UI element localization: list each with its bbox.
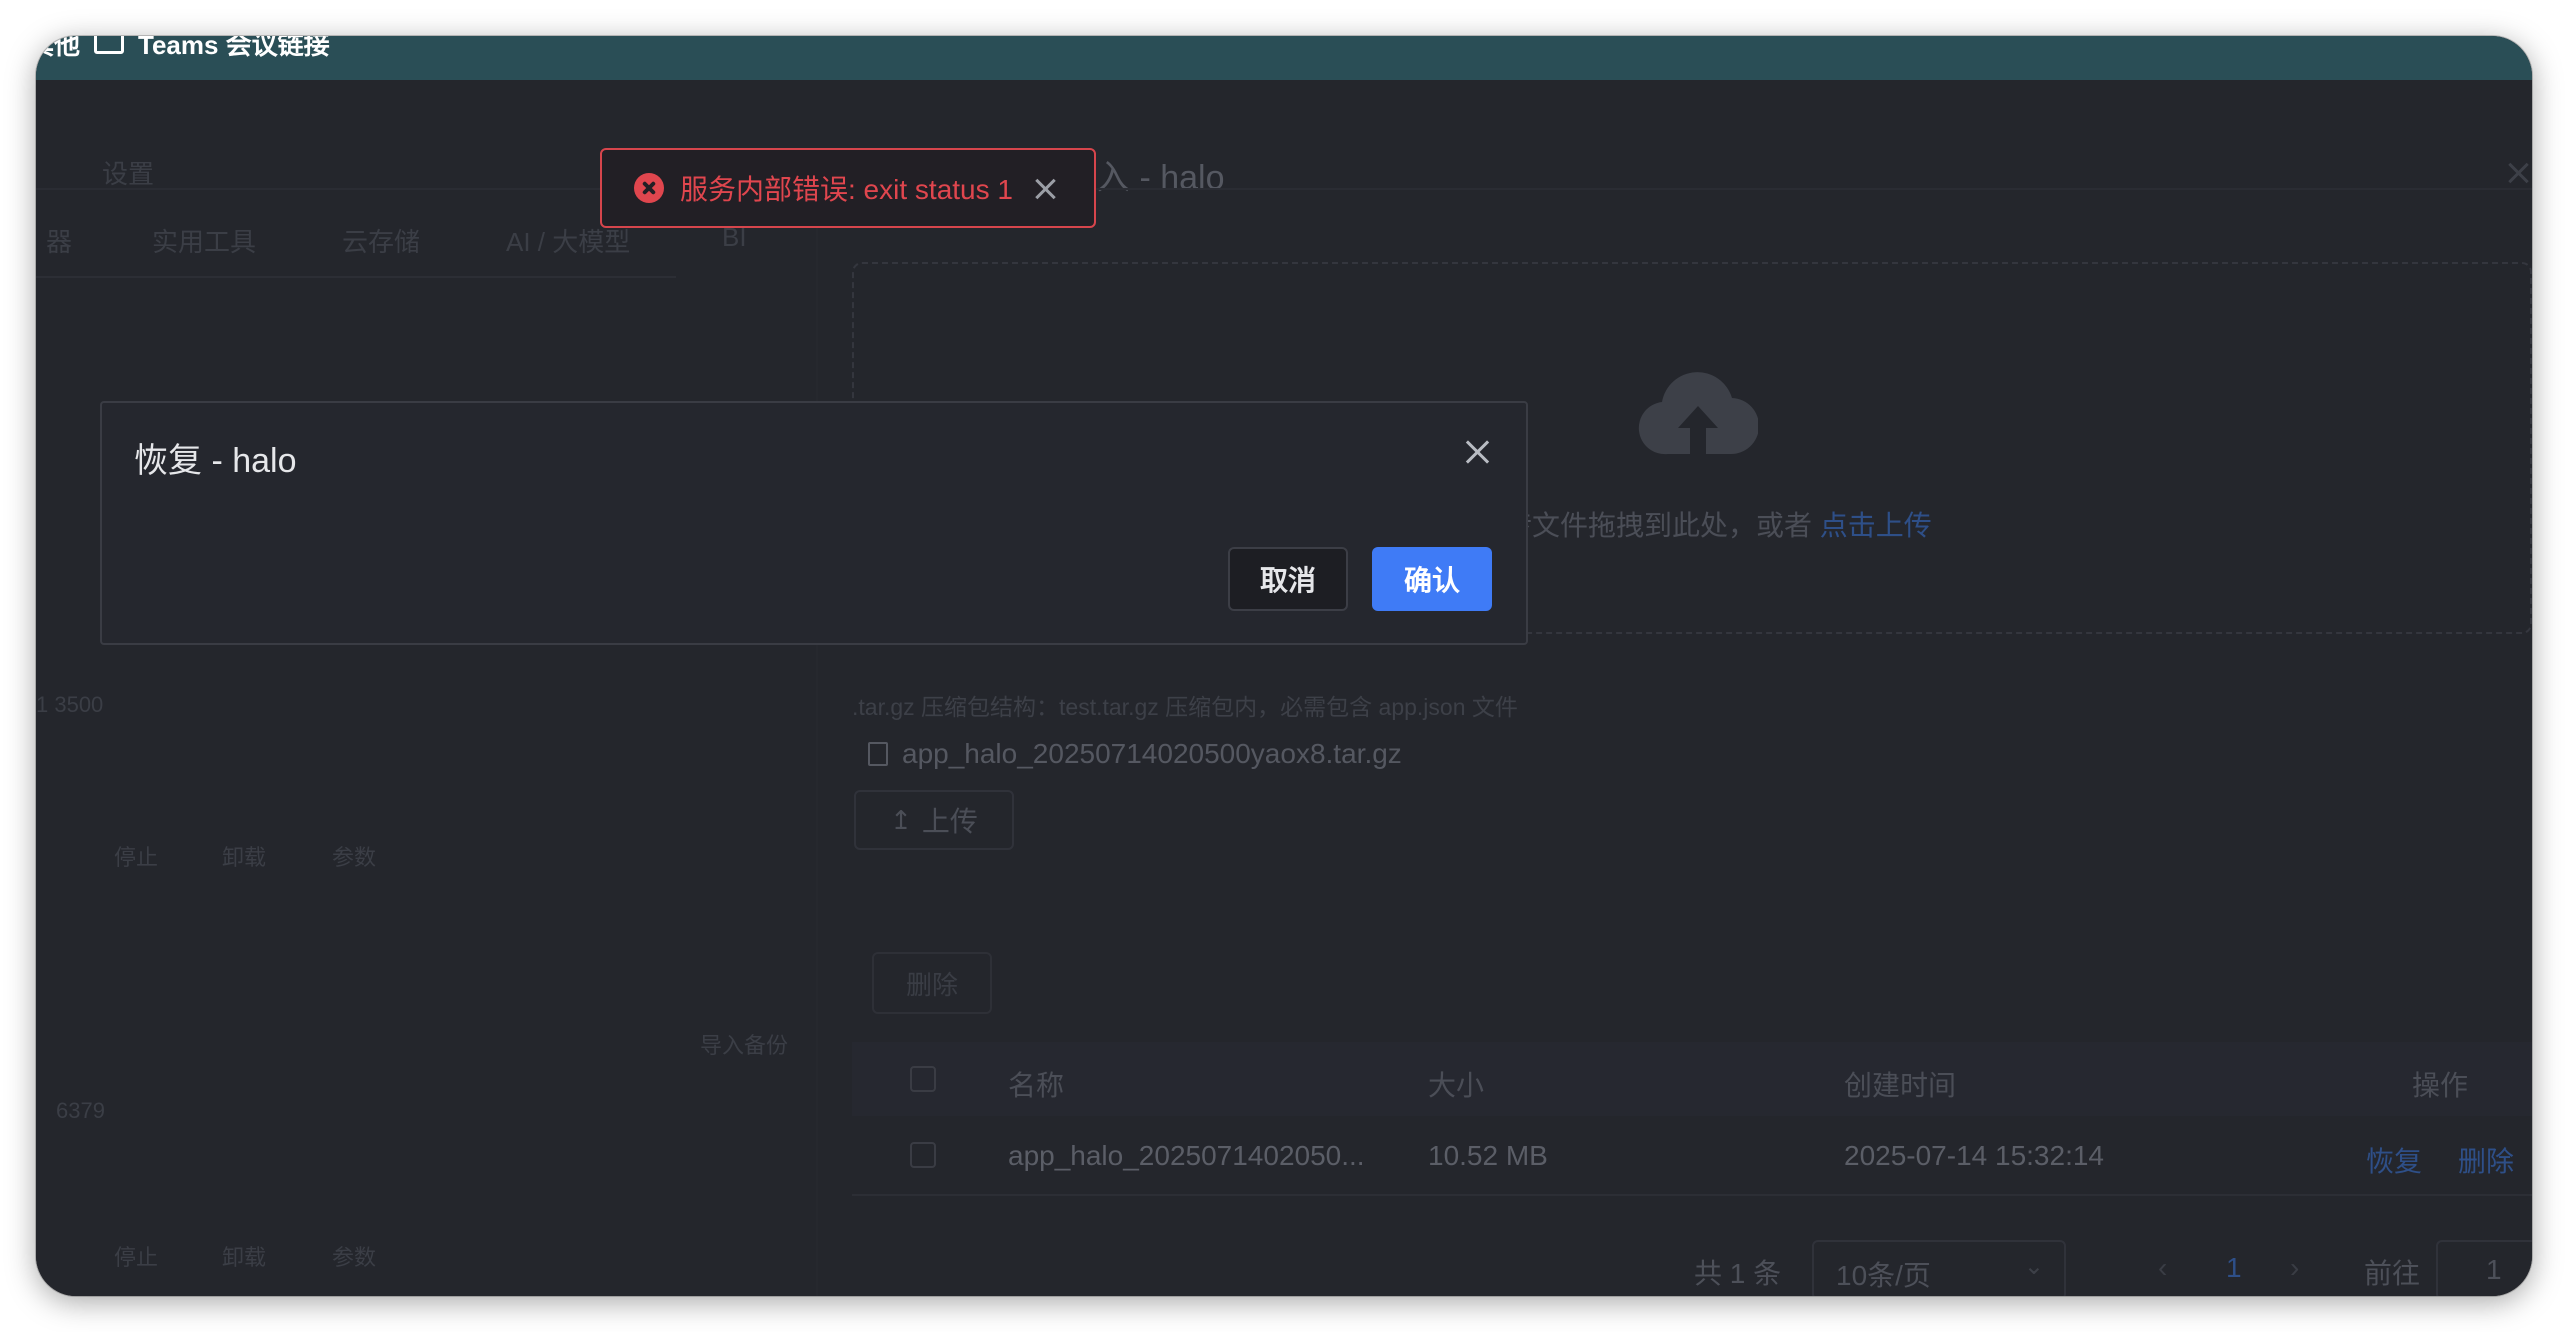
bookmark-other[interactable]: 其他 bbox=[36, 36, 80, 60]
backup-size: 10.52 MB bbox=[1428, 1140, 1548, 1171]
cancel-button[interactable]: 取消 bbox=[1228, 547, 1348, 611]
error-toast: 服务内部错误: exit status 1 bbox=[600, 148, 1096, 228]
backup-table-header: 名称 大小 创建时间 操作 bbox=[852, 1042, 2532, 1116]
pagination: 共 1 条 10条/页 ⌄ ‹ 1 › 前往 1 bbox=[1694, 1240, 2532, 1296]
goto-page-input[interactable]: 1 bbox=[2436, 1240, 2532, 1296]
upload-button-label: 上传 bbox=[921, 806, 978, 837]
column-name: 名称 bbox=[1008, 1070, 1065, 1101]
delete-link[interactable]: 删除 bbox=[2458, 1140, 2514, 1180]
dialog-title: 恢复 - halo bbox=[134, 442, 297, 480]
close-icon[interactable] bbox=[1033, 176, 1057, 200]
bookmark-teams[interactable]: Teams 会议链接 bbox=[94, 36, 330, 60]
import-drawer: 入 - halo 传文件拖拽到此处，或者 点击上传 .tar.gz 压缩包结构：… bbox=[36, 80, 2532, 1296]
page-size-select[interactable]: 10条/页 ⌄ bbox=[1812, 1240, 2066, 1296]
select-all-checkbox[interactable] bbox=[910, 1066, 936, 1092]
cloud-upload-icon bbox=[1638, 372, 1758, 455]
batch-delete-button[interactable]: 删除 bbox=[872, 952, 992, 1014]
error-message: 服务内部错误: exit status 1 bbox=[680, 174, 1013, 205]
bookmark-other-label: 其他 bbox=[36, 36, 81, 60]
confirm-button[interactable]: 确认 bbox=[1372, 547, 1492, 611]
app-window: 其他 Teams 会议链接 设置 器 实用工具 云存储 AI / 大模型 BI … bbox=[36, 36, 2532, 1296]
click-upload-link[interactable]: 点击上传 bbox=[1820, 510, 1932, 541]
backup-name: app_halo_2025071402050... bbox=[1008, 1140, 1365, 1171]
folder-icon bbox=[94, 36, 124, 54]
upload-button[interactable]: ↥ 上传 bbox=[854, 790, 1014, 850]
selected-file-name: app_halo_20250714020500yaox8.tar.gz bbox=[902, 738, 1402, 769]
drawer-title: 入 - halo bbox=[1096, 159, 1225, 197]
bookmark-teams-label: Teams 会议链接 bbox=[138, 36, 330, 60]
restore-link[interactable]: 恢复 bbox=[2366, 1140, 2422, 1180]
upload-hint: 传文件拖拽到此处，或者 点击上传 bbox=[1504, 504, 1932, 544]
table-row: app_halo_2025071402050... 10.52 MB 2025-… bbox=[852, 1116, 2532, 1196]
upload-arrow-icon: ↥ bbox=[890, 804, 912, 835]
prev-page-icon[interactable]: ‹ bbox=[2158, 1252, 2167, 1284]
next-page-icon[interactable]: › bbox=[2290, 1252, 2299, 1284]
goto-page-value: 1 bbox=[2486, 1254, 2502, 1285]
archive-structure-tip: .tar.gz 压缩包结构：test.tar.gz 压缩包内，必需包含 app.… bbox=[852, 694, 1518, 720]
page-number[interactable]: 1 bbox=[2226, 1252, 2242, 1284]
drawer-close-icon[interactable] bbox=[2506, 160, 2530, 184]
selected-file: app_halo_20250714020500yaox8.tar.gz bbox=[868, 738, 1402, 770]
goto-label: 前往 bbox=[2364, 1258, 2421, 1289]
restore-confirm-dialog: 恢复 - halo 取消 确认 bbox=[100, 401, 1528, 645]
drawer-header-divider bbox=[36, 188, 2532, 190]
app-background: 设置 器 实用工具 云存储 AI / 大模型 BI 1 3500 停止 卸载 参… bbox=[36, 80, 2532, 1296]
chevron-down-icon: ⌄ bbox=[2023, 1253, 2044, 1280]
error-icon bbox=[634, 173, 664, 203]
dialog-close-icon[interactable] bbox=[1464, 439, 1490, 465]
column-actions: 操作 bbox=[2412, 1070, 2469, 1101]
panel-divider bbox=[816, 200, 818, 1296]
upload-hint-text: 传文件拖拽到此处，或者 bbox=[1504, 510, 1820, 541]
backup-created: 2025-07-14 15:32:14 bbox=[1844, 1140, 2104, 1171]
total-count: 共 1 条 bbox=[1694, 1258, 1782, 1289]
bookmarks-bar: 其他 Teams 会议链接 bbox=[36, 36, 2532, 80]
row-checkbox[interactable] bbox=[910, 1142, 936, 1168]
document-icon bbox=[868, 742, 888, 766]
column-created: 创建时间 bbox=[1844, 1070, 1957, 1101]
column-size: 大小 bbox=[1428, 1070, 1485, 1101]
page-size-value: 10条/页 bbox=[1836, 1260, 1931, 1291]
